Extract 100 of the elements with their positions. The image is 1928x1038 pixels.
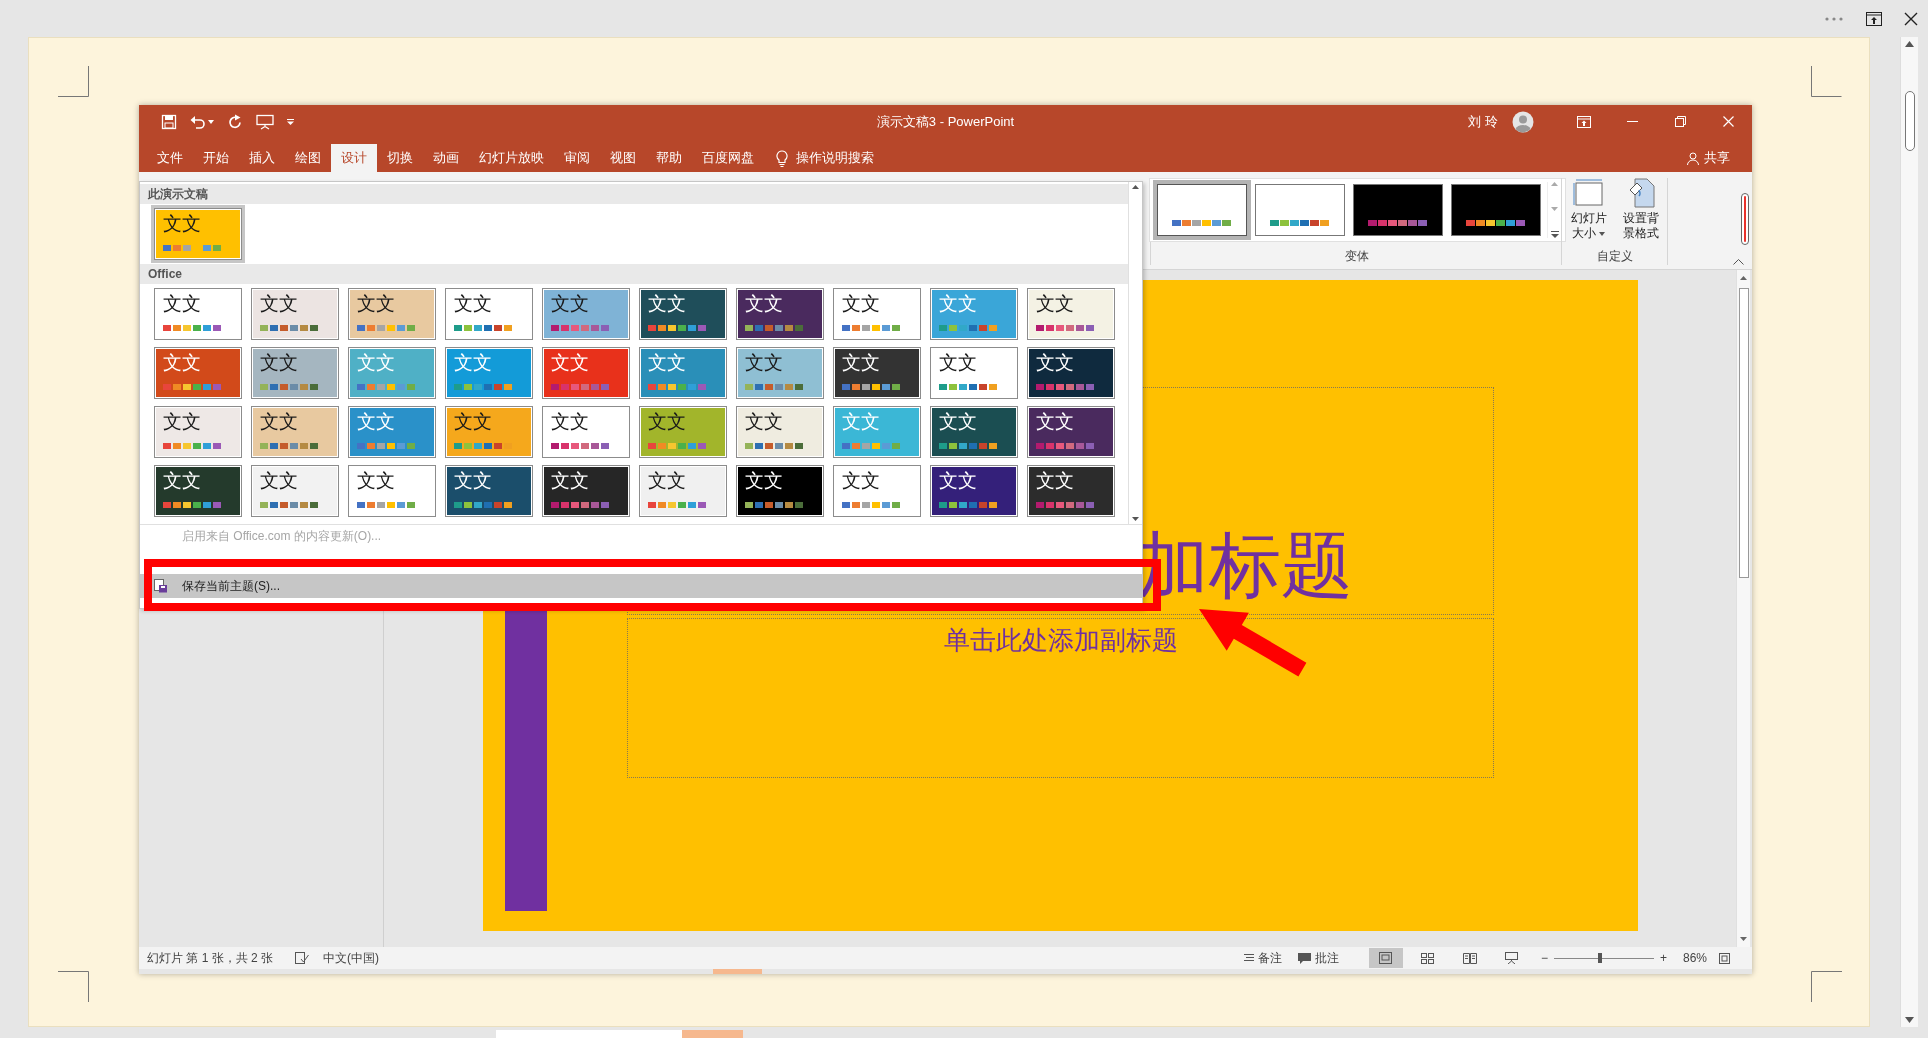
ribbon-tab[interactable]: 幻灯片放映 <box>469 144 554 172</box>
theme-thumbnail[interactable]: 文文 <box>639 288 727 340</box>
customize-caret-icon[interactable] <box>287 118 294 125</box>
variant-thumbnail[interactable] <box>1352 184 1443 236</box>
undo-icon[interactable] <box>190 113 206 130</box>
avatar-icon[interactable] <box>1512 110 1534 133</box>
theme-thumbnail[interactable]: 文文 <box>348 465 436 517</box>
scroll-up-icon[interactable] <box>1132 185 1139 189</box>
scroll-up-icon[interactable] <box>1740 276 1747 280</box>
zoom-in-button[interactable]: + <box>1659 951 1667 965</box>
variant-thumbnail[interactable] <box>1254 184 1345 236</box>
scroll-down-icon[interactable] <box>1132 517 1139 521</box>
theme-thumbnail[interactable]: 文文 <box>154 465 242 517</box>
scrollbar[interactable] <box>1736 270 1750 947</box>
theme-thumbnail[interactable]: 文文 <box>251 406 339 458</box>
view-button[interactable] <box>1368 948 1403 968</box>
collapse-ribbon-icon[interactable] <box>1733 259 1744 265</box>
theme-thumbnail[interactable]: 文文 <box>542 347 630 399</box>
ribbon-tab[interactable]: 动画 <box>423 144 469 172</box>
palette-drawing <box>1465 220 1525 226</box>
ribbon-display-icon[interactable] <box>1577 115 1591 128</box>
theme-thumbnail[interactable]: 文文 <box>639 465 727 517</box>
save-icon[interactable] <box>161 113 177 130</box>
theme-thumbnail[interactable]: 文文 <box>445 288 533 340</box>
tell-me-search[interactable]: 操作说明搜索 <box>776 144 874 172</box>
scroll-thumb[interactable] <box>496 1030 682 1038</box>
theme-thumbnail[interactable]: 文文 <box>930 406 1018 458</box>
palette-drawing <box>454 502 512 508</box>
theme-thumbnail[interactable]: 文文 <box>639 406 727 458</box>
scrollbar[interactable] <box>1128 182 1142 524</box>
zoom-level[interactable]: 86% <box>1682 951 1707 965</box>
theme-thumbnail[interactable]: 文文 <box>348 288 436 340</box>
zoom-out-button[interactable]: − <box>1540 951 1548 965</box>
theme-thumbnail[interactable]: 文文 <box>1027 465 1115 517</box>
theme-thumbnail[interactable]: 文文 <box>736 347 824 399</box>
theme-thumbnail[interactable]: 文文 <box>639 347 727 399</box>
theme-thumbnail[interactable]: 文文 <box>154 347 242 399</box>
ribbon-button[interactable]: 设置背景格式 <box>1617 178 1664 241</box>
window-icon[interactable] <box>1866 11 1882 26</box>
theme-thumbnail[interactable]: 文文 <box>251 347 339 399</box>
more-icon[interactable] <box>1550 231 1559 238</box>
ribbon-tab[interactable]: 开始 <box>193 144 239 172</box>
theme-thumbnail[interactable]: 文文 <box>736 406 824 458</box>
theme-thumbnail[interactable]: 文文 <box>1027 288 1115 340</box>
theme-thumbnail[interactable]: 文文 <box>930 347 1018 399</box>
thumbnail-text: 文文 <box>551 469 589 493</box>
restore-icon[interactable] <box>1674 116 1686 127</box>
scrollbar[interactable] <box>1900 37 1918 1027</box>
theme-thumbnail[interactable]: 文文 <box>736 465 824 517</box>
caret-icon[interactable] <box>208 119 214 124</box>
theme-thumbnail[interactable]: 文文 <box>833 288 921 340</box>
scroll-up-icon[interactable] <box>1905 41 1914 47</box>
spell-check-icon[interactable] <box>295 952 310 964</box>
theme-thumbnail[interactable]: 文文 <box>445 465 533 517</box>
close-icon[interactable] <box>1904 11 1918 26</box>
ribbon-button[interactable]: 幻灯片大小 <box>1565 178 1612 241</box>
theme-thumbnail[interactable]: 文文 <box>542 288 630 340</box>
theme-thumbnail[interactable]: 文文 <box>348 406 436 458</box>
thumbnail-text: 文文 <box>260 351 298 375</box>
scroll-thumb[interactable] <box>1904 91 1915 151</box>
menu-item[interactable]: 保存当前主题(S)... <box>140 574 1142 598</box>
theme-thumbnail[interactable]: 文文 <box>833 465 921 517</box>
ribbon-tab[interactable]: 插入 <box>239 144 285 172</box>
ribbon-tab[interactable]: 百度网盘 <box>692 144 764 172</box>
theme-thumbnail[interactable]: 文文 <box>445 406 533 458</box>
scroll-down-icon[interactable] <box>1905 1017 1914 1023</box>
ribbon-tab[interactable]: 视图 <box>600 144 646 172</box>
ribbon-tab[interactable]: 文件 <box>147 144 193 172</box>
theme-thumbnail[interactable]: 文文 <box>542 465 630 517</box>
lightbulb-icon <box>776 149 788 167</box>
notes-button[interactable]: 备注 <box>1243 949 1282 967</box>
ribbon-tab[interactable]: 帮助 <box>646 144 692 172</box>
scroll-thumb[interactable] <box>1738 288 1749 578</box>
theme-thumbnail[interactable]: 文文 <box>833 347 921 399</box>
fit-to-window-icon[interactable] <box>1719 952 1730 964</box>
language[interactable]: 中文(中国) <box>323 949 380 967</box>
comments-button[interactable]: 批注 <box>1297 949 1339 967</box>
variant-thumbnail[interactable] <box>1450 184 1541 236</box>
share-button[interactable]: 共享 <box>1687 144 1730 172</box>
ribbon-tab[interactable]: 设计 <box>331 144 377 172</box>
theme-thumbnail[interactable]: 文文 <box>154 288 242 340</box>
ribbon-tab[interactable]: 绘图 <box>285 144 331 172</box>
theme-thumbnail[interactable]: 文文 <box>1027 347 1115 399</box>
ribbon-tab[interactable]: 审阅 <box>554 144 600 172</box>
theme-thumbnail[interactable]: 文文 <box>154 406 242 458</box>
circular-arrow-icon[interactable] <box>227 113 243 130</box>
theme-thumbnail[interactable]: 文文 <box>736 288 824 340</box>
minimize-icon[interactable] <box>1626 121 1638 122</box>
theme-thumbnail[interactable]: 文文 <box>1027 406 1115 458</box>
ribbon-tab[interactable]: 切换 <box>377 144 423 172</box>
presentation-icon[interactable] <box>256 113 274 130</box>
slider-thumb[interactable] <box>1597 953 1602 963</box>
scroll-thumb[interactable] <box>682 1030 743 1038</box>
scroll-down-icon[interactable] <box>1740 937 1747 941</box>
theme-thumbnail[interactable]: 文文 <box>251 288 339 340</box>
scroll-thumb[interactable] <box>713 969 762 974</box>
theme-thumbnail[interactable]: 文文 <box>930 465 1018 517</box>
theme-thumbnail[interactable]: 文文 <box>154 208 242 260</box>
theme-thumbnail[interactable]: 文文 <box>542 406 630 458</box>
theme-thumbnail[interactable]: 文文 <box>251 465 339 517</box>
